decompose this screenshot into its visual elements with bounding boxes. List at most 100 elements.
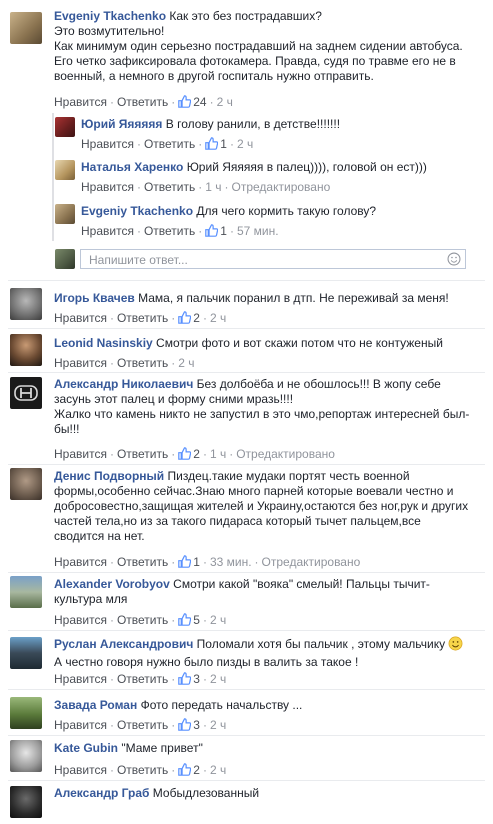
emoji-icon[interactable]: [447, 252, 461, 269]
reply-link[interactable]: Ответить: [117, 356, 168, 370]
author-name[interactable]: Александр Граб: [54, 786, 149, 800]
like-count[interactable]: 2: [193, 447, 200, 461]
divider: [8, 630, 485, 631]
author-name[interactable]: Alexander Vorobyov: [54, 577, 170, 591]
like-link[interactable]: Нравится: [54, 447, 107, 461]
thumbs-up-icon: [178, 555, 192, 571]
reply-link[interactable]: Ответить: [117, 672, 168, 686]
divider: [8, 572, 485, 573]
timestamp[interactable]: 2 ч: [210, 311, 226, 325]
like-link[interactable]: Нравится: [54, 672, 107, 686]
avatar[interactable]: [55, 117, 75, 137]
author-name[interactable]: Evgeniy Tkachenko: [54, 9, 166, 23]
like-count[interactable]: 1: [220, 224, 227, 238]
avatar[interactable]: [10, 334, 42, 366]
divider: [8, 372, 485, 373]
comment-text: В голову ранили, в детстве!!!!!!!: [165, 117, 341, 131]
like-link[interactable]: Нравится: [54, 555, 107, 569]
timestamp[interactable]: 2 ч: [237, 137, 253, 151]
like-link[interactable]: Нравится: [54, 613, 107, 627]
avatar[interactable]: [10, 288, 42, 320]
edited-label[interactable]: Отредактировано: [232, 180, 331, 194]
reply-input[interactable]: [87, 251, 421, 269]
thread-line: [52, 113, 54, 241]
like-link[interactable]: Нравится: [54, 718, 107, 732]
comment-text-line: формы,особенно сейчас.Знаю много парней …: [54, 484, 454, 498]
avatar[interactable]: [10, 697, 42, 729]
like-count[interactable]: 1: [193, 555, 200, 569]
reply-link[interactable]: Ответить: [117, 447, 168, 461]
like-count[interactable]: 5: [193, 613, 200, 627]
reply-link[interactable]: Ответить: [117, 311, 168, 325]
timestamp[interactable]: 2 ч: [210, 672, 226, 686]
author-name[interactable]: Александр Николаевич: [54, 377, 193, 391]
like-link[interactable]: Нравится: [81, 180, 134, 194]
comment-text: Фото передать начальству ...: [140, 698, 303, 712]
comment-text: Для чего кормить такую голову?: [196, 204, 377, 218]
author-name[interactable]: Evgeniy Tkachenko: [81, 204, 193, 218]
comment-actions: Нравится · Ответить · 2 · 1 ч · Отредактировано: [54, 447, 335, 461]
author-name[interactable]: Руслан Александрович: [54, 637, 193, 651]
like-count[interactable]: 2: [193, 311, 200, 325]
avatar[interactable]: [10, 377, 42, 409]
thumbs-up-icon: [178, 718, 192, 734]
timestamp[interactable]: 2 ч: [178, 356, 194, 370]
author-name[interactable]: Leonid Nasinskiy: [54, 336, 153, 350]
timestamp[interactable]: 1 ч: [205, 180, 221, 194]
comment-text: Юрий Яяяяяя в палец)))), головой он ест)…: [186, 160, 427, 174]
timestamp[interactable]: 2 ч: [210, 763, 226, 777]
reply-link[interactable]: Ответить: [144, 137, 195, 151]
reply-link[interactable]: Ответить: [144, 180, 195, 194]
author-name[interactable]: Kate Gubin: [54, 741, 118, 755]
timestamp[interactable]: 33 мин.: [210, 555, 252, 569]
like-count[interactable]: 2: [193, 763, 200, 777]
author-name[interactable]: Завада Роман: [54, 698, 137, 712]
reply-link[interactable]: Ответить: [117, 718, 168, 732]
timestamp[interactable]: 2 ч: [210, 718, 226, 732]
comment-actions: Нравится · Ответить · 3 · 2 ч: [54, 718, 227, 734]
like-count[interactable]: 3: [193, 672, 200, 686]
reply-link[interactable]: Ответить: [117, 95, 168, 109]
avatar[interactable]: [10, 468, 42, 500]
like-link[interactable]: Нравится: [81, 224, 134, 238]
reply-link[interactable]: Ответить: [117, 613, 168, 627]
thumbs-up-icon: [178, 613, 192, 629]
comment-text: Как это без пострадавших?: [169, 9, 322, 23]
timestamp[interactable]: 57 мин.: [237, 224, 279, 238]
thumbs-up-icon: [178, 672, 192, 688]
author-name[interactable]: Игорь Квачев: [54, 291, 135, 305]
avatar[interactable]: [10, 637, 42, 669]
avatar[interactable]: [10, 576, 42, 608]
timestamp[interactable]: 1 ч: [210, 447, 226, 461]
like-link[interactable]: Нравится: [54, 763, 107, 777]
avatar[interactable]: [55, 160, 75, 180]
comment-text-line: Это возмутительно!: [54, 24, 165, 38]
comment-actions: Нравится · Ответить · 3 · 2 ч: [54, 672, 227, 688]
timestamp[interactable]: 2 ч: [210, 613, 226, 627]
author-name[interactable]: Денис Подворный: [54, 469, 164, 483]
edited-label[interactable]: Отредактировано: [236, 447, 335, 461]
edited-label[interactable]: Отредактировано: [262, 555, 361, 569]
avatar[interactable]: [10, 12, 42, 44]
thumbs-up-icon: [205, 137, 219, 153]
avatar[interactable]: [10, 740, 42, 772]
avatar[interactable]: [55, 204, 75, 224]
avatar[interactable]: [10, 786, 42, 818]
timestamp[interactable]: 2 ч: [217, 95, 233, 109]
author-name[interactable]: Юрий Яяяяяя: [81, 117, 162, 131]
comment-text: Смотри какой "вояка" смелый! Пальцы тычи…: [173, 577, 430, 591]
like-count[interactable]: 1: [220, 137, 227, 151]
thumbs-up-icon: [178, 95, 192, 111]
reply-link[interactable]: Ответить: [144, 224, 195, 238]
like-count[interactable]: 3: [193, 718, 200, 732]
like-link[interactable]: Нравится: [54, 311, 107, 325]
comment-text: "Маме привет": [121, 741, 203, 755]
like-link[interactable]: Нравится: [81, 137, 134, 151]
like-link[interactable]: Нравится: [54, 356, 107, 370]
like-count[interactable]: 24: [193, 95, 206, 109]
reply-link[interactable]: Ответить: [117, 555, 168, 569]
reply-link[interactable]: Ответить: [117, 763, 168, 777]
author-name[interactable]: Наталья Харенко: [81, 160, 183, 174]
comment-text-line: сводится на нет.: [54, 529, 145, 543]
like-link[interactable]: Нравится: [54, 95, 107, 109]
